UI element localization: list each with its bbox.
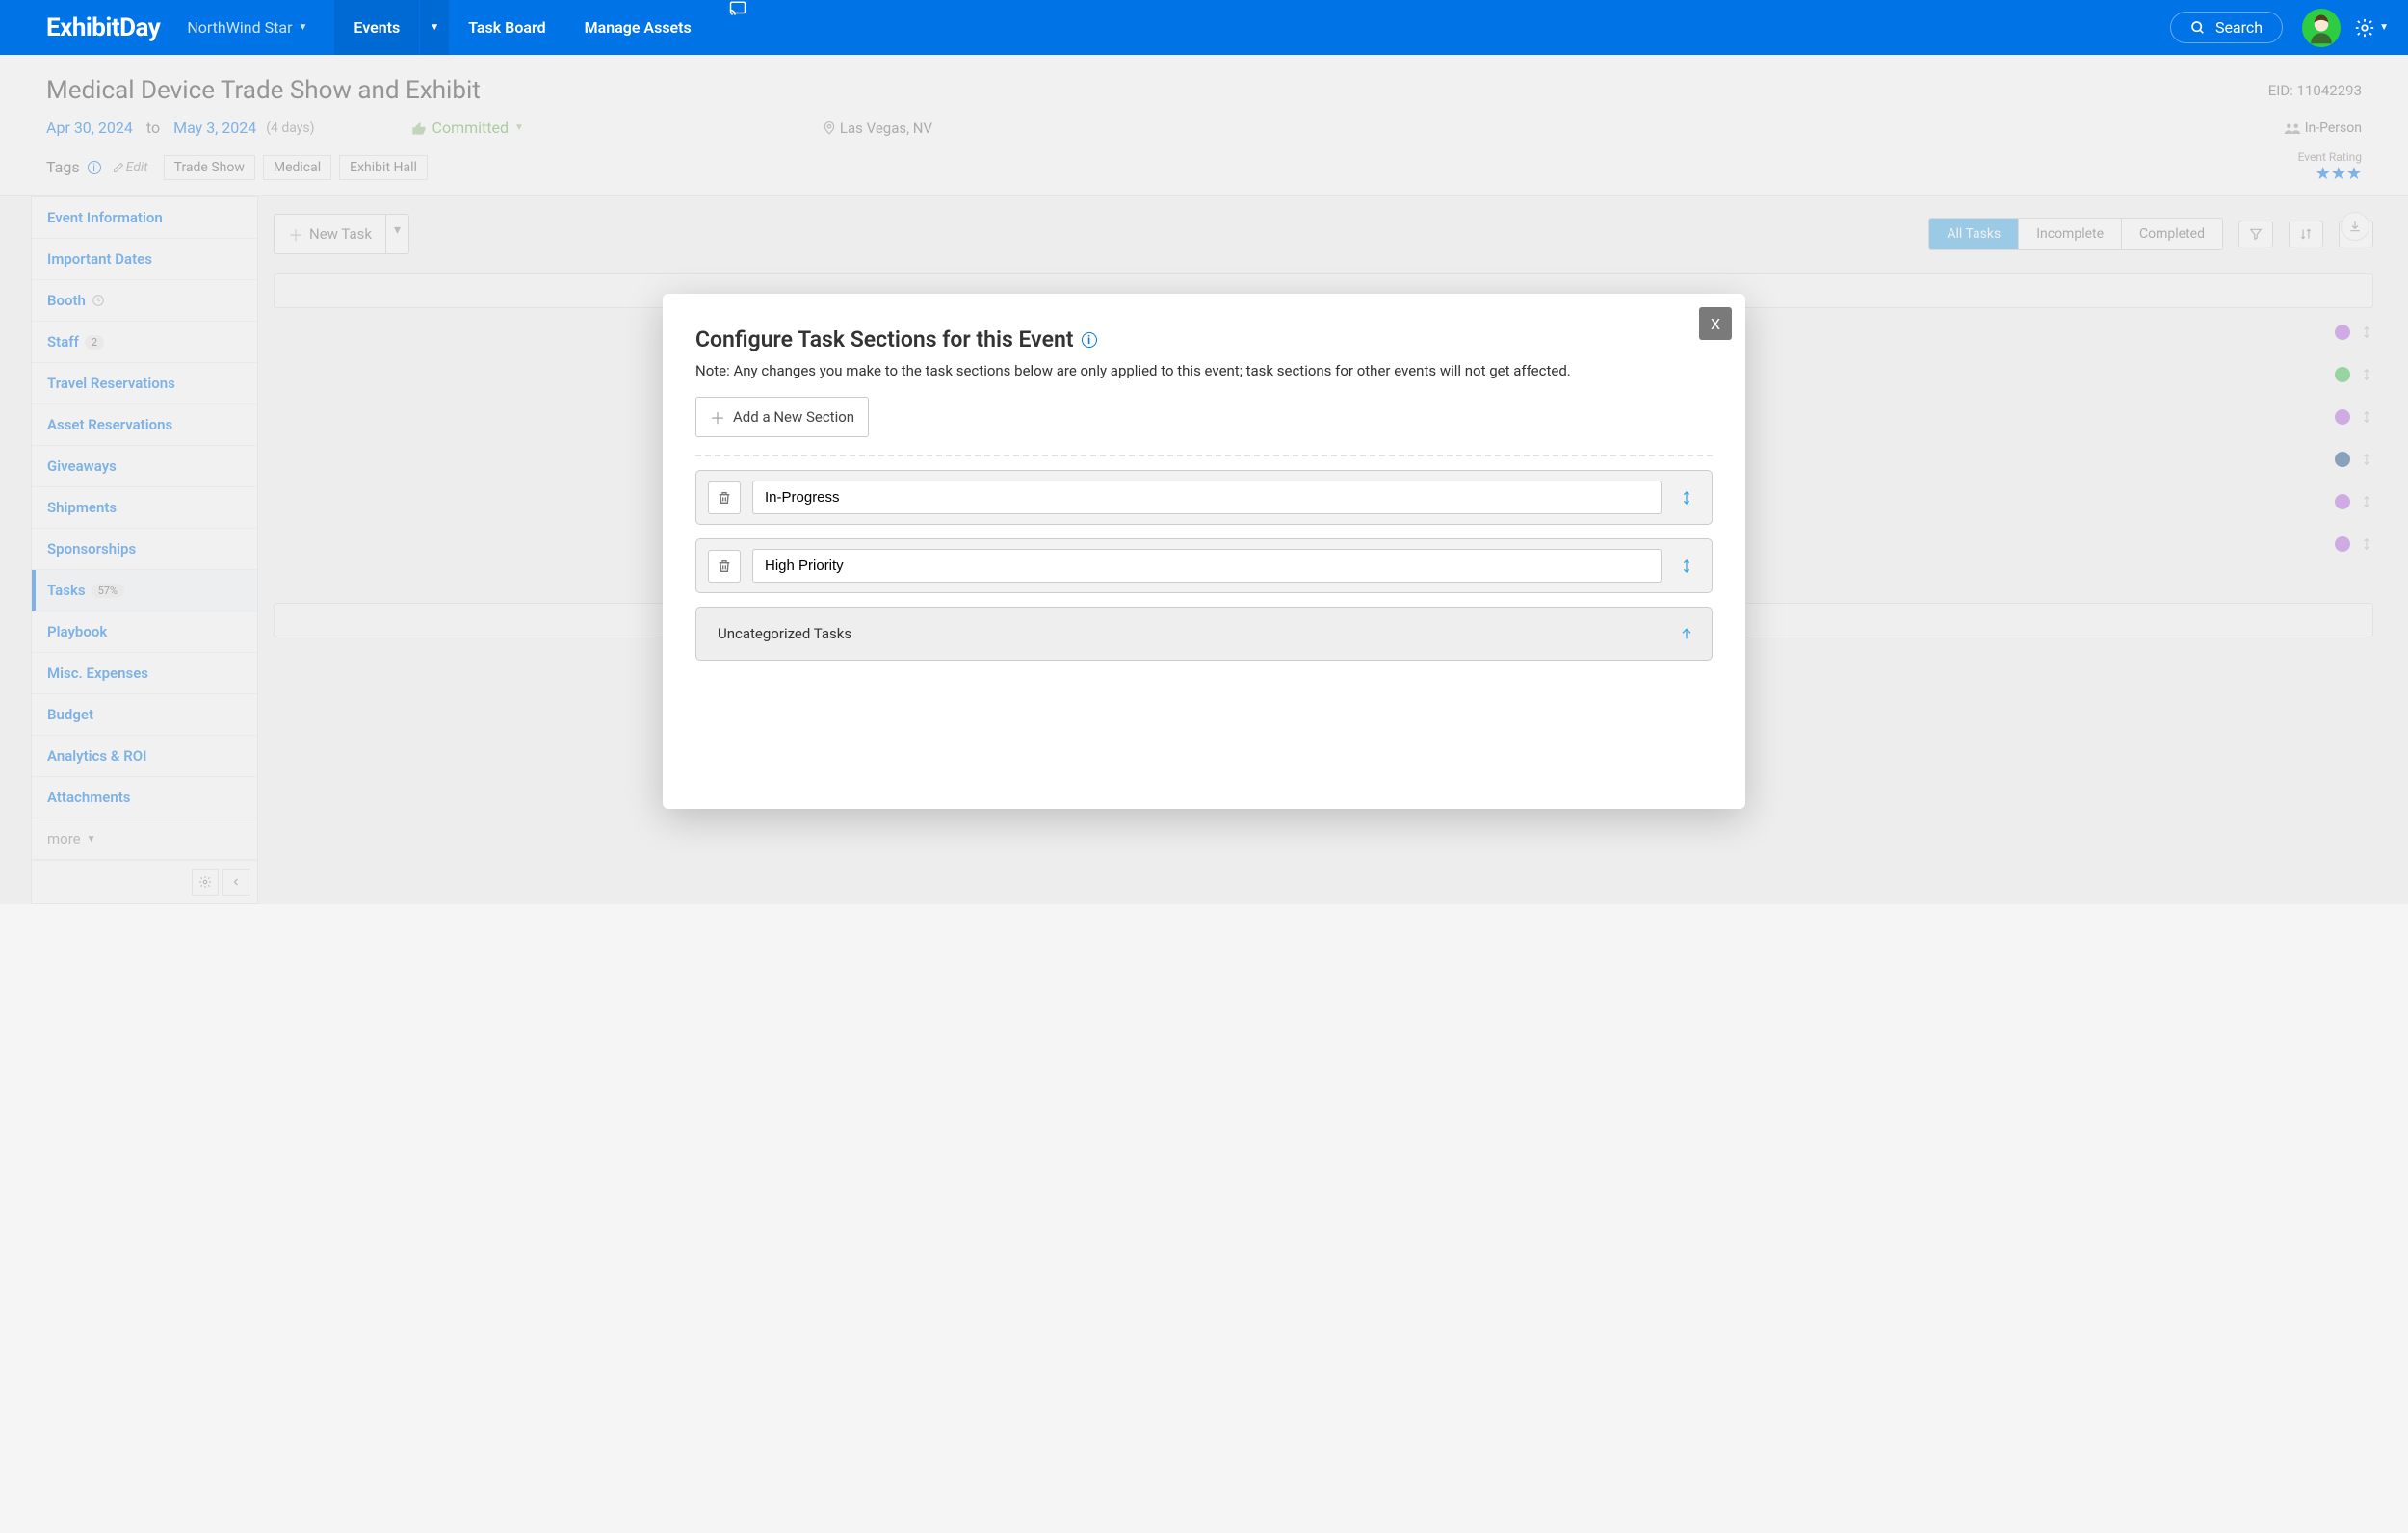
plus-icon: ＋ — [710, 405, 725, 429]
add-section-button[interactable]: ＋ Add a New Section — [695, 397, 869, 437]
modal-close-button[interactable]: X — [1699, 307, 1732, 340]
settings-menu[interactable]: ▼ — [2354, 17, 2389, 39]
delete-section-button[interactable] — [708, 550, 741, 583]
delete-section-button[interactable] — [708, 481, 741, 514]
section-name-input[interactable] — [752, 481, 1662, 514]
brand-logo[interactable]: ExhibitDay — [46, 13, 160, 42]
uncategorized-section-row: Uncategorized Tasks — [695, 607, 1713, 661]
section-row — [695, 470, 1713, 525]
workspace-name: NorthWind Star — [187, 18, 292, 37]
drag-handle-icon[interactable] — [1673, 556, 1700, 577]
caret-down-icon: ▼ — [2379, 22, 2389, 33]
section-name-input[interactable] — [752, 549, 1662, 583]
nav-taskboard[interactable]: Task Board — [449, 0, 564, 55]
search-button[interactable]: Search — [2170, 12, 2283, 43]
modal-title: Configure Task Sections for this Event i — [695, 326, 1713, 352]
nav-events[interactable]: Events — [334, 0, 419, 55]
user-avatar[interactable] — [2302, 9, 2341, 47]
nav-assets[interactable]: Manage Assets — [565, 0, 711, 55]
nav-events-dropdown[interactable]: ▼ — [419, 0, 449, 55]
divider — [695, 455, 1713, 456]
modal-note: Note: Any changes you make to the task s… — [695, 362, 1713, 379]
search-label: Search — [2215, 18, 2263, 37]
configure-sections-modal: X Configure Task Sections for this Event… — [663, 294, 1745, 809]
workspace-selector[interactable]: NorthWind Star ▼ — [187, 18, 307, 37]
drag-handle-icon[interactable] — [1673, 487, 1700, 508]
info-icon[interactable]: i — [1082, 332, 1097, 348]
caret-down-icon: ▼ — [298, 22, 307, 33]
move-up-icon[interactable] — [1673, 625, 1700, 642]
add-section-label: Add a New Section — [733, 408, 854, 426]
cast-icon[interactable] — [728, 0, 747, 55]
uncategorized-label: Uncategorized Tasks — [708, 617, 1662, 650]
section-row — [695, 538, 1713, 593]
